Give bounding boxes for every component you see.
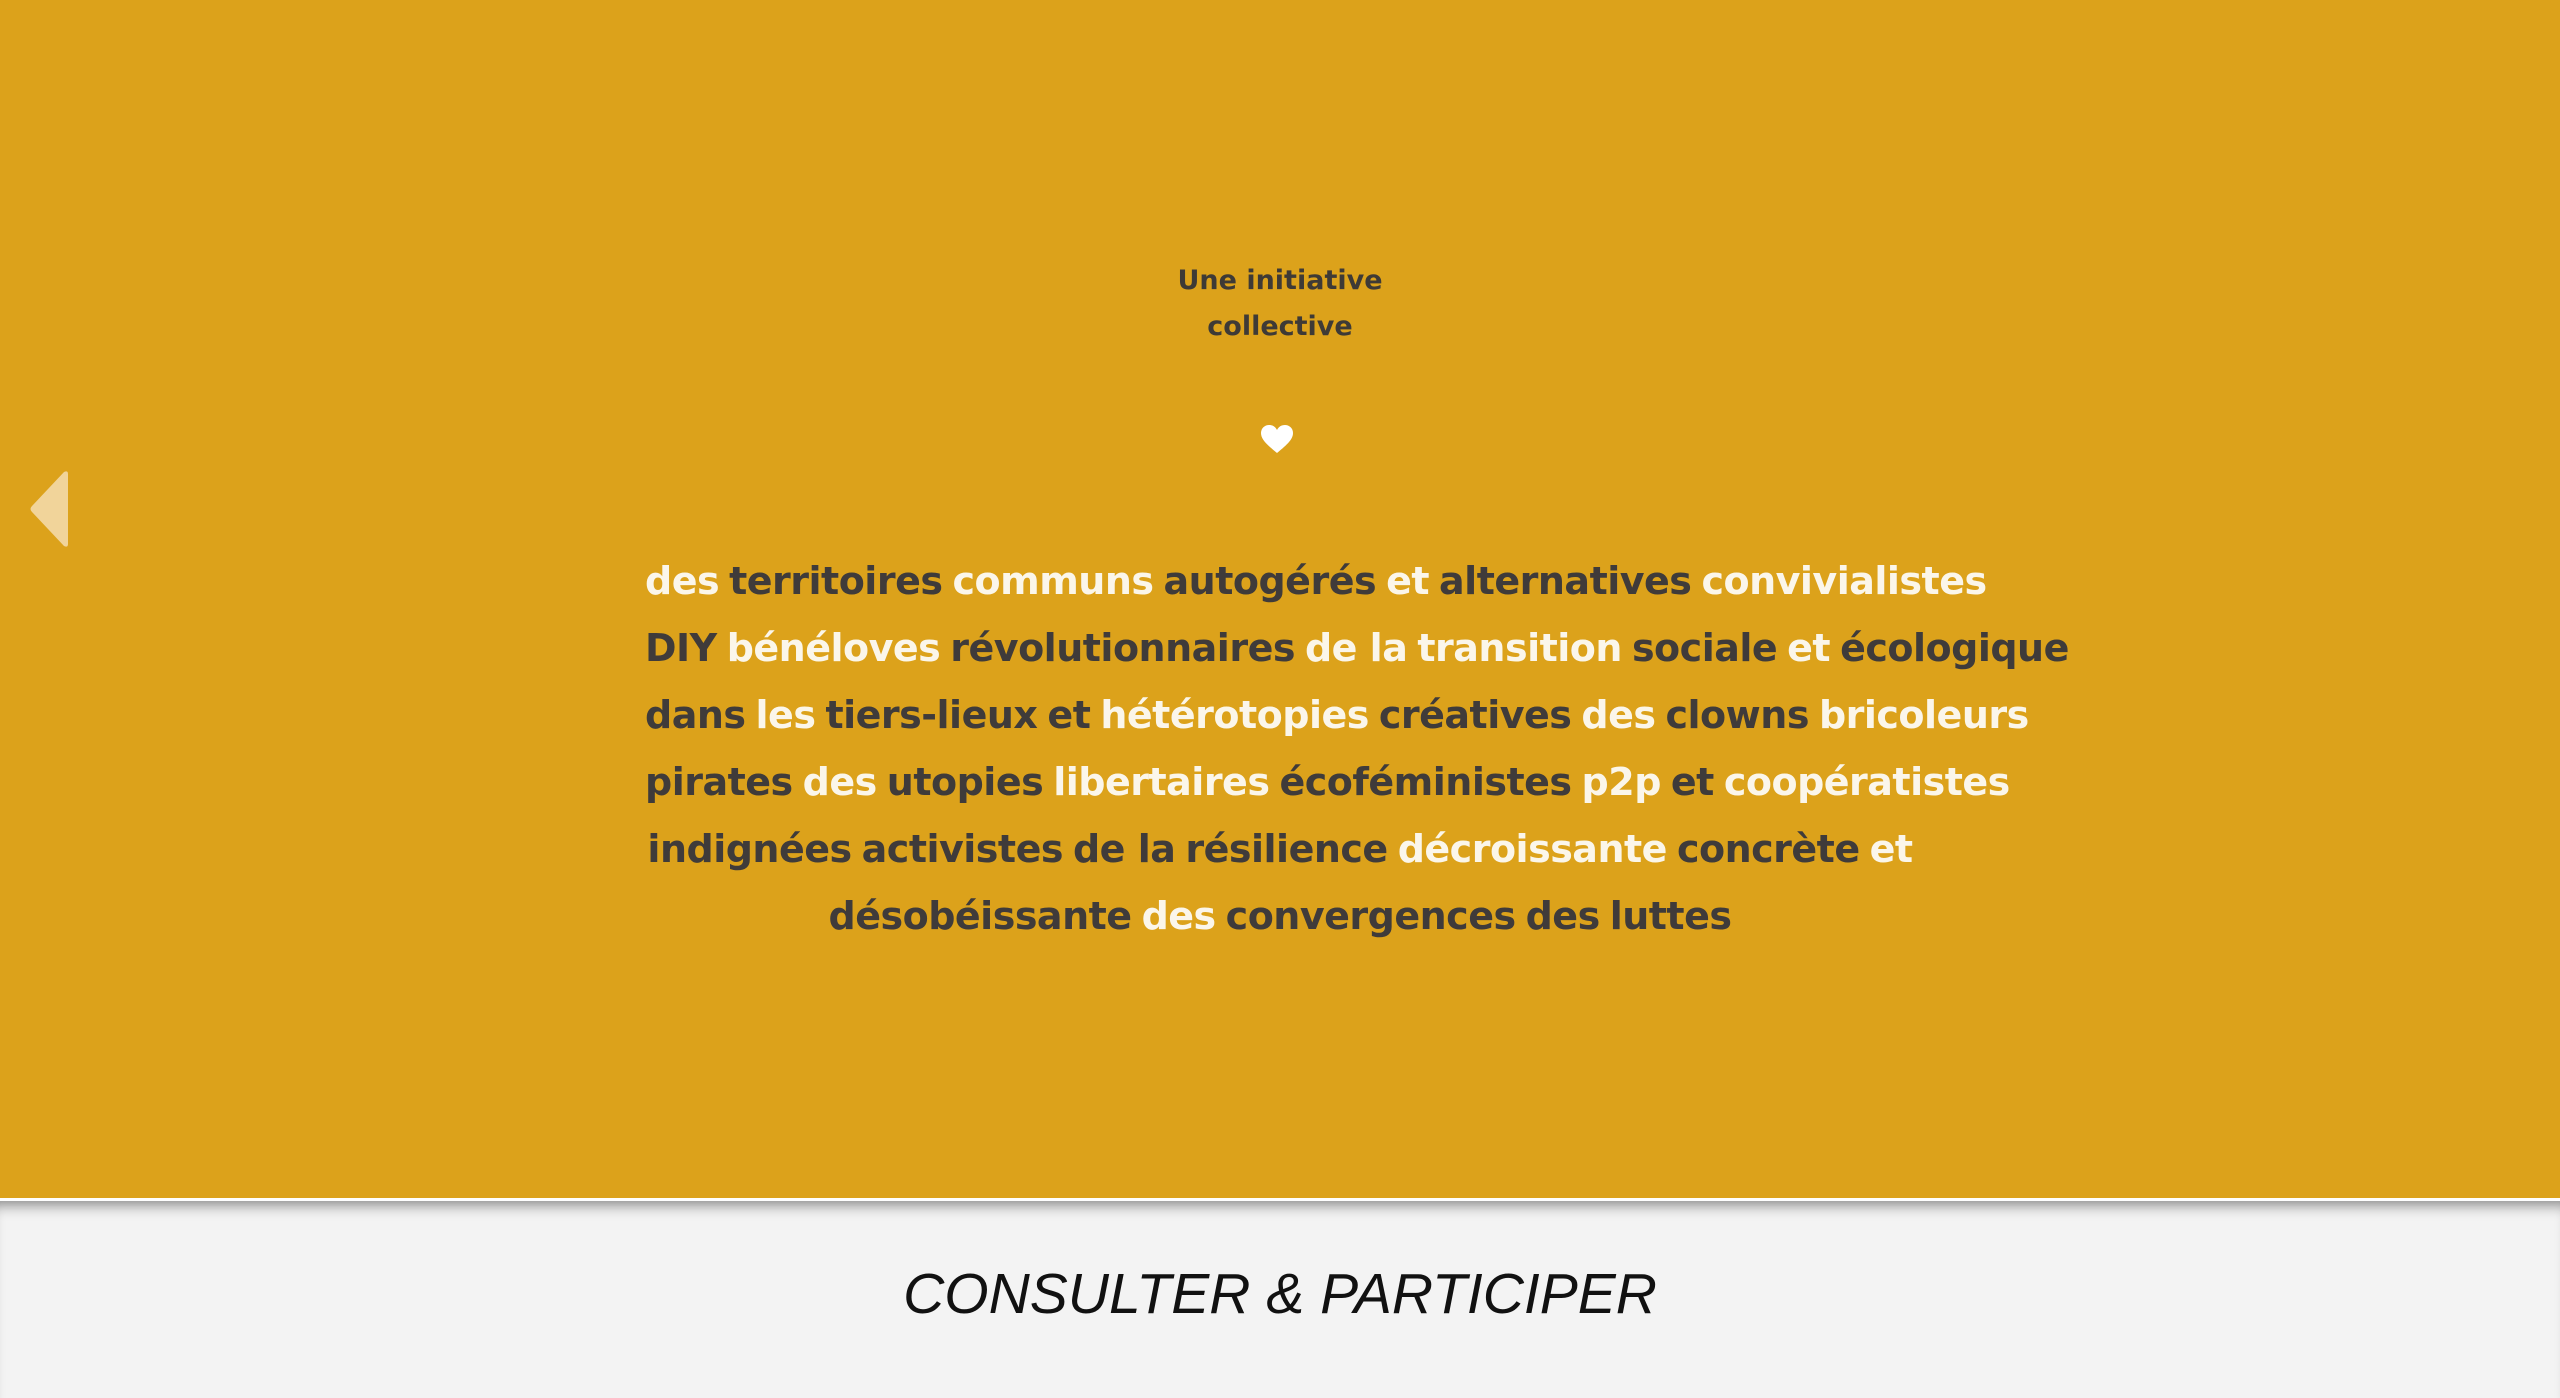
word-cloud-word: des xyxy=(645,559,720,603)
word-cloud-word: dans xyxy=(645,693,746,737)
tagline-line-1: Une initiative xyxy=(1177,265,1383,296)
word-cloud-word: écologique xyxy=(1840,626,2069,670)
word-cloud-word: luttes xyxy=(1609,894,1732,938)
footer-bar: CONSULTER & PARTICIPER xyxy=(0,1198,2560,1398)
word-cloud-word: sociale xyxy=(1631,626,1778,670)
word-cloud-word: pirates xyxy=(645,760,793,804)
word-cloud-word: convivialistes xyxy=(1701,559,1987,603)
word-cloud-word: écoféministes xyxy=(1279,760,1572,804)
word-cloud-word: bricoleurs xyxy=(1818,693,2029,737)
word-cloud-word: des xyxy=(1141,894,1217,938)
consult-participate-button[interactable]: CONSULTER & PARTICIPER xyxy=(0,1261,2560,1327)
word-cloud-word: transition xyxy=(1417,626,1622,670)
word-cloud-line: des territoires communs autogérés et alternat… xyxy=(640,548,1987,615)
previous-slide-button[interactable] xyxy=(28,470,72,548)
word-cloud-word: clowns xyxy=(1665,693,1810,737)
tagline-line-2: collective xyxy=(1207,311,1353,342)
word-cloud-word: territoires xyxy=(729,559,943,603)
word-cloud-word: désobéissante xyxy=(828,894,1133,938)
word-cloud-word: des xyxy=(1581,693,1656,737)
word-cloud-word: des xyxy=(802,760,878,804)
word-cloud-word: et xyxy=(1386,559,1430,603)
word-cloud-word: utopies xyxy=(886,760,1044,804)
word-cloud-word: et xyxy=(1047,693,1091,737)
word-cloud-line: indignées activistes de la résilience décroi… xyxy=(640,816,1920,883)
word-cloud-word: résilience xyxy=(1185,827,1388,871)
word-cloud-word: et xyxy=(1670,760,1714,804)
word-cloud-line: désobéissante des convergences des luttes xyxy=(640,883,1920,950)
word-cloud-word: créatives xyxy=(1378,693,1572,737)
triangle-left-icon xyxy=(30,471,68,547)
word-cloud-word: hétérotopies xyxy=(1100,693,1369,737)
word-cloud-word: DIY xyxy=(645,626,717,670)
word-cloud-word: bénéloves xyxy=(726,626,941,670)
word-cloud-word: et xyxy=(1787,626,1831,670)
word-cloud-word: alternatives xyxy=(1439,559,1692,603)
word-cloud-word: activistes xyxy=(861,827,1064,871)
word-cloud-word: p2p xyxy=(1581,760,1662,804)
word-cloud-line: pirates des utopies libertaires écoféministe… xyxy=(640,749,2010,816)
word-cloud-word: autogérés xyxy=(1163,559,1377,603)
hero-section: Une initiative collective des territoires… xyxy=(0,0,2560,1198)
word-cloud-line: DIY bénéloves révolutionnaires de la transit… xyxy=(640,615,2069,682)
word-cloud-word: de la xyxy=(1072,827,1176,871)
word-cloud-word: tiers-lieux xyxy=(825,693,1038,737)
word-cloud-word: et xyxy=(1869,827,1913,871)
word-cloud-word: des xyxy=(1525,894,1601,938)
word-cloud-word: révolutionnaires xyxy=(950,626,1295,670)
word-cloud-word: décroissante xyxy=(1397,827,1668,871)
word-cloud-word: convergences xyxy=(1225,894,1516,938)
word-cloud-word: communs xyxy=(952,559,1154,603)
heart-icon xyxy=(1261,425,1293,453)
page: Une initiative collective des territoires… xyxy=(0,0,2560,1398)
tagline: Une initiative collective xyxy=(0,258,2560,350)
word-cloud: des territoires communs autogérés et alternat… xyxy=(640,548,2069,950)
word-cloud-word: indignées xyxy=(647,827,852,871)
word-cloud-line: dans les tiers-lieux et hétérotopies créative… xyxy=(640,682,2029,749)
word-cloud-word: concrète xyxy=(1676,827,1860,871)
word-cloud-word: les xyxy=(755,693,816,737)
word-cloud-word: de la xyxy=(1304,626,1408,670)
word-cloud-word: coopératistes xyxy=(1723,760,2010,804)
word-cloud-word: libertaires xyxy=(1053,760,1270,804)
